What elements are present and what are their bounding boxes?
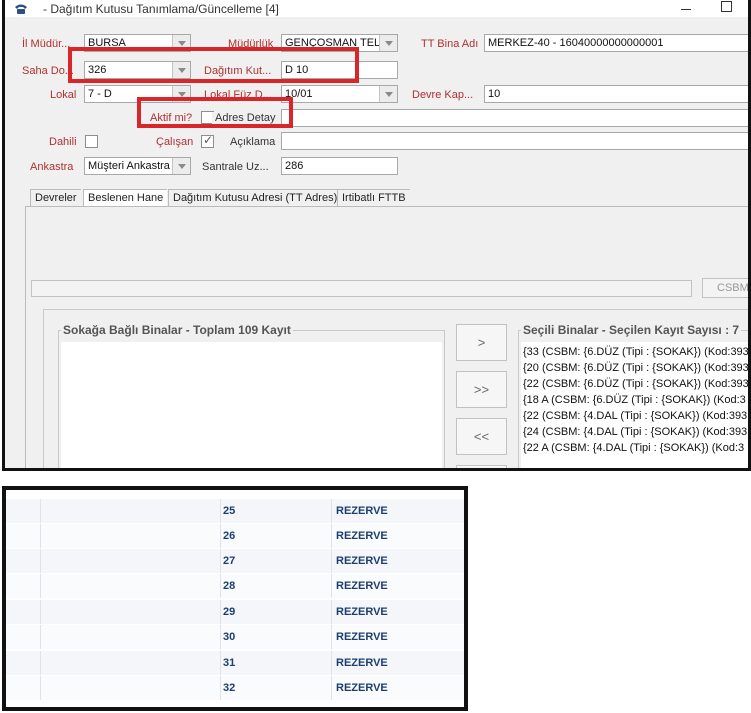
secili-binalar-title: Seçili Binalar - Seçilen Kayıt Sayısı : …: [521, 323, 742, 337]
il-mudurlugu-label: İl Müdür...: [22, 38, 71, 50]
lokal-fuz-select[interactable]: 10/01: [281, 85, 398, 103]
lokal-label: Lokal: [50, 89, 77, 101]
status-cell: REZERVE: [336, 606, 388, 618]
maximize-button[interactable]: [721, 1, 732, 12]
list-item[interactable]: {18 A (CSBM: {6.DÜZ (Tipi : {SOKAK}) (Ko…: [523, 394, 746, 406]
move-left-button[interactable]: [456, 465, 507, 468]
aciklama-label: Açıklama: [230, 136, 276, 148]
minimize-button[interactable]: [681, 9, 691, 10]
lokal-value: 7 - D: [88, 88, 112, 100]
port-number-cell: 30: [223, 631, 236, 643]
port-number-cell: 29: [223, 606, 236, 618]
move-all-left-button[interactable]: <<: [456, 418, 507, 455]
status-cell: REZERVE: [336, 530, 388, 542]
status-cell: REZERVE: [336, 555, 388, 567]
progress-bar: [31, 280, 692, 297]
tab-devreler[interactable]: Devreler: [30, 189, 81, 206]
status-cell: REZERVE: [336, 505, 388, 517]
status-cell: REZERVE: [336, 580, 388, 592]
port-number-cell: 25: [223, 505, 236, 517]
calisan-label: Çalışan: [156, 136, 194, 148]
ankastra-label: Ankastra: [30, 161, 74, 173]
highlight-box-aktif-mi: [137, 97, 293, 128]
secili-binalar-list[interactable]: {33 (CSBM: {6.DÜZ (Tipi : {SOKAK}) (Kod:…: [521, 342, 748, 468]
dahili-checkbox[interactable]: [85, 135, 98, 148]
move-right-button[interactable]: >: [456, 324, 507, 361]
aciklama-field[interactable]: [281, 132, 748, 150]
table-row[interactable]: 25 REZERVE: [6, 499, 464, 523]
port-number-cell: 27: [223, 555, 236, 567]
status-cell: REZERVE: [336, 657, 388, 669]
chevron-down-icon[interactable]: [379, 35, 397, 51]
tab-beslenen-hane[interactable]: Beslenen Hane: [83, 189, 168, 206]
title-bar: - Dağıtım Kutusu Tanımlama/Güncelleme [4…: [5, 0, 748, 17]
table-row[interactable]: 32 REZERVE: [6, 676, 464, 700]
sokaga-bagli-binalar-list[interactable]: [61, 342, 442, 468]
phone-icon: [15, 4, 27, 14]
chevron-down-icon[interactable]: [379, 86, 397, 102]
tab-dagitim-kutusu-adresi[interactable]: Dağıtım Kutusu Adresi (TT Adres): [168, 189, 342, 206]
dagitim-kutusu-window: - Dağıtım Kutusu Tanımlama/Güncelleme [4…: [2, 0, 751, 471]
tab-irtibatli-fttb[interactable]: Irtibatlı FTTB: [337, 189, 410, 206]
port-number-cell: 32: [223, 682, 236, 694]
port-number-cell: 31: [223, 657, 236, 669]
list-item[interactable]: {22 (CSBM: {6.DÜZ (Tipi : {SOKAK}) (Kod:…: [523, 378, 748, 390]
move-all-right-button[interactable]: >>: [456, 371, 507, 408]
table-row[interactable]: 31 REZERVE: [6, 651, 464, 675]
port-number-cell: 28: [223, 580, 236, 592]
tt-bina-adi-label: TT Bina Adı: [421, 38, 479, 50]
ankastra-value: Müşteri Ankastra: [88, 160, 170, 172]
list-item[interactable]: {20 (CSBM: {6.DÜZ (Tipi : {SOKAK}) (Kod:…: [523, 362, 748, 374]
port-status-table: 25 REZERVE 26 REZERVE 27 REZERVE 28 REZE…: [2, 486, 468, 711]
table-row[interactable]: 27 REZERVE: [6, 549, 464, 573]
window-title: - Dağıtım Kutusu Tanımlama/Güncelleme [4…: [43, 2, 279, 16]
adres-detay-field[interactable]: [281, 109, 748, 127]
devre-kapasitesi-field[interactable]: 10: [484, 85, 748, 103]
sokaga-bagli-binalar-title: Sokağa Bağlı Binalar - Toplam 109 Kayıt: [61, 323, 293, 337]
port-number-cell: 26: [223, 530, 236, 542]
highlight-box-dagitim-kutusu: [68, 47, 359, 83]
status-cell: REZERVE: [336, 631, 388, 643]
table-row[interactable]: 26 REZERVE: [6, 524, 464, 548]
list-item[interactable]: {22 (CSBM: {4.DAL (Tipi : {SOKAK}) (Kod:…: [523, 410, 747, 422]
list-item[interactable]: {22 A (CSBM: {4.DAL (Tipi : {SOKAK}) (Ko…: [523, 442, 744, 454]
tt-bina-adi-field[interactable]: MERKEZ-40 - 16040000000000001: [484, 34, 748, 52]
table-row[interactable]: 29 REZERVE: [6, 600, 464, 624]
dahili-label: Dahili: [49, 136, 77, 148]
saha-dolabi-label: Saha Do...: [22, 65, 74, 77]
table-row[interactable]: 30 REZERVE: [6, 625, 464, 649]
santrale-uzaklik-label: Santrale Uz...: [202, 161, 269, 173]
devre-kapasitesi-label: Devre Kap...: [412, 89, 474, 101]
csbm-button[interactable]: CSBM S: [702, 278, 748, 298]
santrale-uzaklik-field[interactable]: 286: [281, 157, 398, 175]
table-row[interactable]: 28 REZERVE: [6, 574, 464, 598]
status-cell: REZERVE: [336, 682, 388, 694]
chevron-down-icon[interactable]: [172, 158, 190, 174]
list-item[interactable]: {33 (CSBM: {6.DÜZ (Tipi : {SOKAK}) (Kod:…: [523, 346, 748, 358]
calisan-checkbox[interactable]: [201, 133, 214, 148]
ankastra-select[interactable]: Müşteri Ankastra: [84, 157, 191, 175]
list-item[interactable]: {24 (CSBM: {4.DAL (Tipi : {SOKAK}) (Kod:…: [523, 426, 747, 438]
